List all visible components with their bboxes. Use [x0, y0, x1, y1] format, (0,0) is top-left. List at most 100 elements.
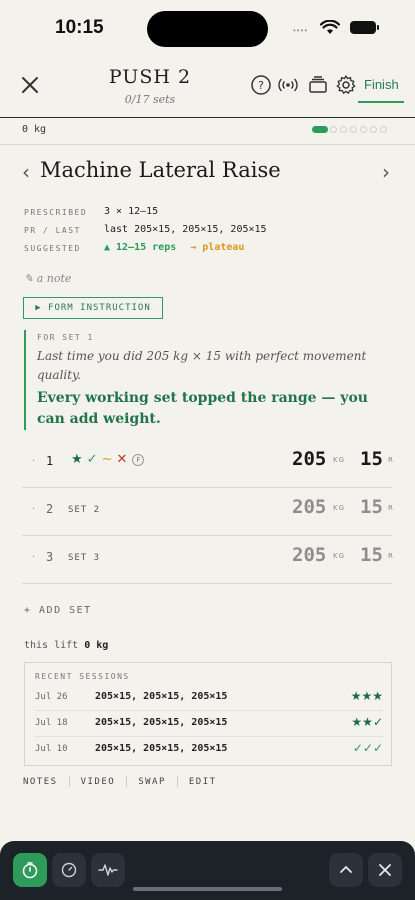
tab-separator [126, 776, 128, 787]
this-lift-summary: this lift 0 kg [24, 640, 108, 651]
coach-set-label: FOR SET 1 [37, 333, 94, 342]
set-number: 2 [46, 502, 54, 516]
stack-icon[interactable] [307, 74, 329, 96]
status-time: 10:15 [55, 17, 104, 38]
broadcast-icon[interactable] [277, 74, 299, 96]
suggested-reps: ▲ 12–15 reps [104, 242, 177, 253]
tab-notes[interactable]: NOTES [23, 777, 58, 787]
stopwatch-icon [61, 862, 77, 878]
set-bullet: · [32, 504, 36, 515]
battery-icon [350, 21, 379, 34]
this-lift-label: this lift [24, 640, 79, 651]
progress-dot [330, 126, 337, 133]
session-date: Jul 26 [35, 692, 68, 702]
progress-dot [360, 126, 367, 133]
settings-icon[interactable] [335, 74, 357, 96]
set-reps-unit: R [388, 552, 394, 560]
recent-session-row[interactable]: Jul 10 205×15, 205×15, 205×15 ✓✓✓ [35, 737, 383, 763]
session-sets: 205×15, 205×15, 205×15 [95, 717, 228, 728]
set-quality-rating: ★ ✓ ~ ✕ F [71, 452, 145, 467]
form-instruction-button[interactable]: ▶ FORM INSTRUCTION [23, 297, 163, 319]
pr-last-label: PR / LAST [24, 226, 81, 235]
status-bar: 10:15 •••• [0, 0, 415, 56]
session-rating: ★★★ [350, 689, 383, 703]
signal-dots: •••• [293, 26, 309, 35]
tab-video[interactable]: VIDEO [81, 777, 116, 787]
progress-dot [380, 126, 387, 133]
finish-button[interactable]: Finish [364, 77, 399, 92]
pulse-icon [98, 864, 118, 876]
this-lift-value: 0 kg [84, 640, 109, 651]
expand-button[interactable] [329, 853, 363, 887]
svg-text:?: ? [258, 79, 264, 92]
session-sets: 205×15, 205×15, 205×15 [95, 691, 228, 702]
star-icon[interactable]: ★ [71, 452, 83, 467]
chevron-up-icon [340, 866, 352, 873]
suggested-label: SUGGESTED [24, 244, 81, 253]
set-reps-unit: R [388, 504, 394, 512]
set-reps[interactable]: 15 [360, 496, 383, 518]
recent-sessions-panel: RECENT SESSIONS Jul 26 205×15, 205×15, 2… [24, 662, 392, 766]
tab-edit[interactable]: EDIT [189, 777, 217, 787]
set-number: 1 [46, 454, 54, 468]
tab-swap[interactable]: SWAP [138, 777, 166, 787]
tilde-icon[interactable]: ~ [102, 452, 113, 467]
set-bullet: · [32, 456, 36, 467]
fail-x-icon[interactable]: ✕ [116, 452, 127, 467]
progress-dot [350, 126, 357, 133]
set-bullet: · [32, 552, 36, 563]
set-weight-unit: KG [333, 552, 346, 560]
rest-timer-button[interactable] [13, 853, 47, 887]
set-weight-unit: KG [333, 504, 346, 512]
note-field[interactable]: ✎ a note [24, 272, 71, 285]
prescribed-label: PRESCRIBED [24, 208, 88, 217]
progress-dot [340, 126, 347, 133]
suggested-value: ▲ 12–15 reps → plateau [104, 242, 244, 253]
failure-flag-icon[interactable]: F [132, 454, 145, 466]
recent-session-row[interactable]: Jul 26 205×15, 205×15, 205×15 ★★★ [35, 685, 383, 711]
set-weight[interactable]: 205 [292, 544, 326, 566]
suggested-trend: → plateau [190, 242, 245, 253]
session-date: Jul 10 [35, 744, 68, 754]
heart-rate-button[interactable] [91, 853, 125, 887]
set-row-1[interactable]: · 1 ★ ✓ ~ ✕ F 205 KG 15 R [22, 440, 394, 488]
set-row-2[interactable]: · 2 SET 2 205 KG 15 R [22, 488, 394, 536]
exercise-tabs: NOTES VIDEO SWAP EDIT [23, 776, 217, 787]
progress-dot [370, 126, 377, 133]
session-rating: ✓✓✓ [352, 741, 383, 755]
set-weight-unit: KG [333, 456, 346, 464]
set-reps-unit: R [388, 456, 394, 464]
prescribed-value: 3 × 12–15 [104, 206, 159, 217]
wifi-icon [320, 20, 340, 34]
set-divider [22, 583, 392, 584]
tab-separator [68, 776, 70, 787]
previous-exercise-icon[interactable]: ‹ [22, 160, 30, 184]
exercise-name: Machine Lateral Raise [40, 158, 281, 182]
body-weight-value: 0 kg [22, 124, 47, 135]
progress-divider [0, 144, 415, 145]
set-reps[interactable]: 15 [360, 448, 383, 470]
stopwatch-button[interactable] [52, 853, 86, 887]
set-label: SET 3 [68, 553, 101, 563]
set-reps[interactable]: 15 [360, 544, 383, 566]
set-weight[interactable]: 205 [292, 448, 326, 470]
check-icon[interactable]: ✓ [87, 452, 98, 467]
set-label: SET 2 [68, 505, 101, 515]
session-date: Jul 18 [35, 718, 68, 728]
dismiss-button[interactable] [368, 853, 402, 887]
bottom-toolbar [0, 841, 415, 900]
add-set-button[interactable]: + ADD SET [24, 605, 92, 616]
set-row-3[interactable]: · 3 SET 3 205 KG 15 R [22, 536, 394, 584]
home-indicator [133, 887, 282, 891]
close-icon [379, 864, 391, 876]
coach-panel: FOR SET 1 Last time you did 205 kg × 15 … [24, 330, 392, 430]
progress-dot-active [312, 126, 328, 133]
help-icon[interactable]: ? [250, 74, 272, 96]
recent-session-row[interactable]: Jul 18 205×15, 205×15, 205×15 ★★✓ [35, 711, 383, 737]
set-number: 3 [46, 550, 54, 564]
set-weight[interactable]: 205 [292, 496, 326, 518]
session-sets: 205×15, 205×15, 205×15 [95, 743, 228, 754]
session-rating: ★★✓ [351, 715, 383, 729]
recent-sessions-label: RECENT SESSIONS [35, 672, 130, 681]
next-exercise-icon[interactable]: › [382, 160, 390, 184]
